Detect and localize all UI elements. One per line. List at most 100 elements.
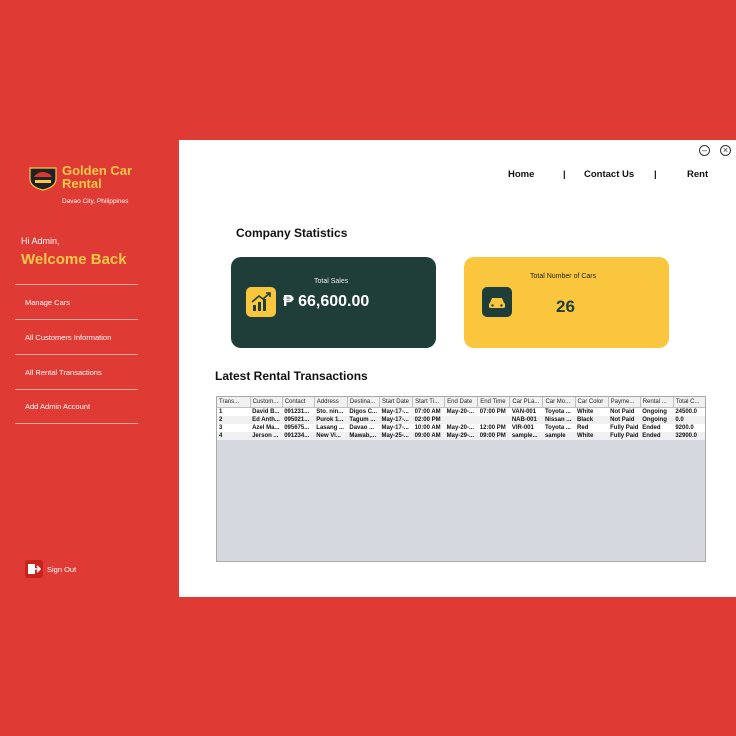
- sidebar-item-manage-cars[interactable]: Manage Cars: [15, 284, 138, 319]
- sidebar-item-rental-transactions[interactable]: All Rental Transactions: [15, 354, 138, 389]
- nav-home[interactable]: Home: [508, 169, 534, 180]
- brand-location: Davao City, Philippines: [62, 198, 129, 205]
- total-cars-value: 26: [556, 297, 575, 316]
- table-cell: Purok 1...: [314, 416, 348, 424]
- table-cell: VAN-001: [509, 407, 543, 416]
- table-cell: Ended: [640, 432, 674, 440]
- table-cell: May-17-...: [379, 424, 413, 432]
- nav-separator: |: [654, 169, 657, 180]
- table-cell: Not Paid: [608, 407, 641, 416]
- signout-icon: [25, 560, 43, 578]
- main-panel: – × Home | Contact Us | Rent Company Sta…: [179, 140, 736, 597]
- table-cell: May-25-...: [379, 432, 413, 440]
- column-header[interactable]: Address: [314, 397, 348, 408]
- table-cell: Ongoing: [640, 407, 674, 416]
- table-cell: 0.0: [673, 416, 705, 424]
- column-header[interactable]: Car PLa...: [509, 397, 544, 408]
- table-cell: Not Paid: [608, 416, 641, 424]
- table-cell: Fully Paid: [608, 432, 641, 440]
- table-cell: Davao ...: [347, 424, 380, 432]
- table-cell: Digos C...: [347, 407, 380, 416]
- column-header[interactable]: Total C...: [673, 397, 705, 408]
- total-sales-value: ₱ 66,600.00: [283, 293, 370, 310]
- table-cell: 095021...: [282, 416, 315, 424]
- table-cell: Ed Anth...: [250, 416, 283, 424]
- table-cell: May-17-...: [379, 407, 413, 416]
- table-header: Trans... Custom... Contact Address Destina..…: [217, 397, 705, 408]
- table-cell: [444, 416, 478, 424]
- table-cell: 02:00 PM: [412, 416, 445, 424]
- table-cell: NAB-001: [509, 416, 543, 424]
- column-header[interactable]: Car Mo...: [542, 397, 576, 408]
- transactions-title: Latest Rental Transactions: [215, 369, 368, 383]
- transactions-table[interactable]: Trans... Custom... Contact Address Destina..…: [216, 396, 706, 562]
- table-cell: 09:00 AM: [412, 432, 445, 440]
- signout-button[interactable]: Sign Out: [25, 560, 76, 578]
- table-cell: Tagum ...: [347, 416, 380, 424]
- table-cell: Red: [575, 424, 609, 432]
- column-header[interactable]: Start Ti...: [412, 397, 446, 408]
- table-cell: David B...: [250, 407, 283, 416]
- table-cell: Sto. nin...: [314, 407, 348, 416]
- table-cell: Nissan ...: [542, 416, 576, 424]
- signout-label: Sign Out: [47, 564, 77, 574]
- total-cars-card: Total Number of Cars 26: [464, 257, 669, 348]
- table-cell: 07:00 AM: [412, 407, 445, 416]
- column-header[interactable]: Custom...: [250, 397, 283, 408]
- column-header[interactable]: Destina...: [347, 397, 380, 408]
- admin-greeting: Hi Admin,: [21, 236, 60, 246]
- table-cell: White: [575, 407, 609, 416]
- table-cell: 9200.0: [673, 424, 705, 432]
- column-header[interactable]: End Time: [477, 397, 511, 408]
- table-cell: Ongoing: [640, 416, 674, 424]
- welcome-message: Welcome Back: [21, 251, 127, 268]
- sidebar-nav: Manage Cars All Customers Information Al…: [15, 284, 138, 424]
- total-sales-card: Total Sales ₱ 66,600.00: [231, 257, 436, 348]
- column-header[interactable]: Trans...: [217, 397, 251, 408]
- table-cell: 10:00 AM: [412, 424, 445, 432]
- table-cell: White: [575, 432, 609, 440]
- table-body: 1 David B... 091231... Sto. nin... Digos C..…: [217, 407, 705, 440]
- table-cell: sample...: [509, 432, 543, 440]
- table-cell: May-20-...: [444, 424, 478, 432]
- nav-contact-us[interactable]: Contact Us: [584, 169, 634, 180]
- table-row[interactable]: 3 Azel Ma... 095675... Lasang ... Davao ... M…: [217, 424, 705, 432]
- table-cell: 12:00 PM: [477, 424, 510, 432]
- column-header[interactable]: Car Color: [575, 397, 609, 408]
- table-cell: Jerson ...: [250, 432, 283, 440]
- table-cell: VIR-001: [509, 424, 543, 432]
- sidebar-item-customers[interactable]: All Customers Information: [15, 319, 138, 354]
- column-header[interactable]: Contact: [282, 397, 315, 408]
- table-cell: Fully Paid: [608, 424, 641, 432]
- close-icon[interactable]: ×: [720, 145, 731, 156]
- car-icon: [482, 287, 512, 317]
- column-header[interactable]: Payme...: [608, 397, 641, 408]
- table-cell: 32900.0: [673, 432, 705, 440]
- table-cell: May-29-...: [444, 432, 478, 440]
- table-row[interactable]: 1 David B... 091231... Sto. nin... Digos C..…: [217, 407, 705, 416]
- table-cell: 091231...: [282, 407, 315, 416]
- table-cell: May-17-...: [379, 416, 413, 424]
- table-cell: Ended: [640, 424, 674, 432]
- table-cell: 4: [217, 432, 251, 440]
- brand-name: Golden Car Rental: [62, 163, 133, 191]
- table-cell: New Vi...: [314, 432, 348, 440]
- table-row[interactable]: 2 Ed Anth... 095021... Purok 1... Tagum ... M…: [217, 416, 705, 424]
- table-cell: Azel Ma...: [250, 424, 283, 432]
- table-row[interactable]: 4 Jerson ... 091234... New Vi... Mawab,... Ma…: [217, 432, 705, 440]
- statistics-title: Company Statistics: [236, 226, 348, 240]
- nav-rent[interactable]: Rent: [687, 169, 708, 180]
- table-cell: Toyota ...: [542, 407, 576, 416]
- table-cell: 2: [217, 416, 251, 424]
- total-sales-label: Total Sales: [314, 278, 349, 285]
- total-cars-label: Total Number of Cars: [530, 273, 597, 280]
- minimize-icon[interactable]: –: [699, 145, 710, 156]
- column-header[interactable]: Start Date: [379, 397, 414, 408]
- table-cell: May-20-...: [444, 407, 478, 416]
- sidebar-item-add-admin[interactable]: Add Admin Account: [15, 389, 138, 424]
- growth-chart-icon: [246, 287, 276, 317]
- table-cell: 09:00 PM: [477, 432, 510, 440]
- column-header[interactable]: Rental ...: [640, 397, 674, 408]
- table-cell: Lasang ...: [314, 424, 348, 432]
- column-header[interactable]: End Date: [444, 397, 479, 408]
